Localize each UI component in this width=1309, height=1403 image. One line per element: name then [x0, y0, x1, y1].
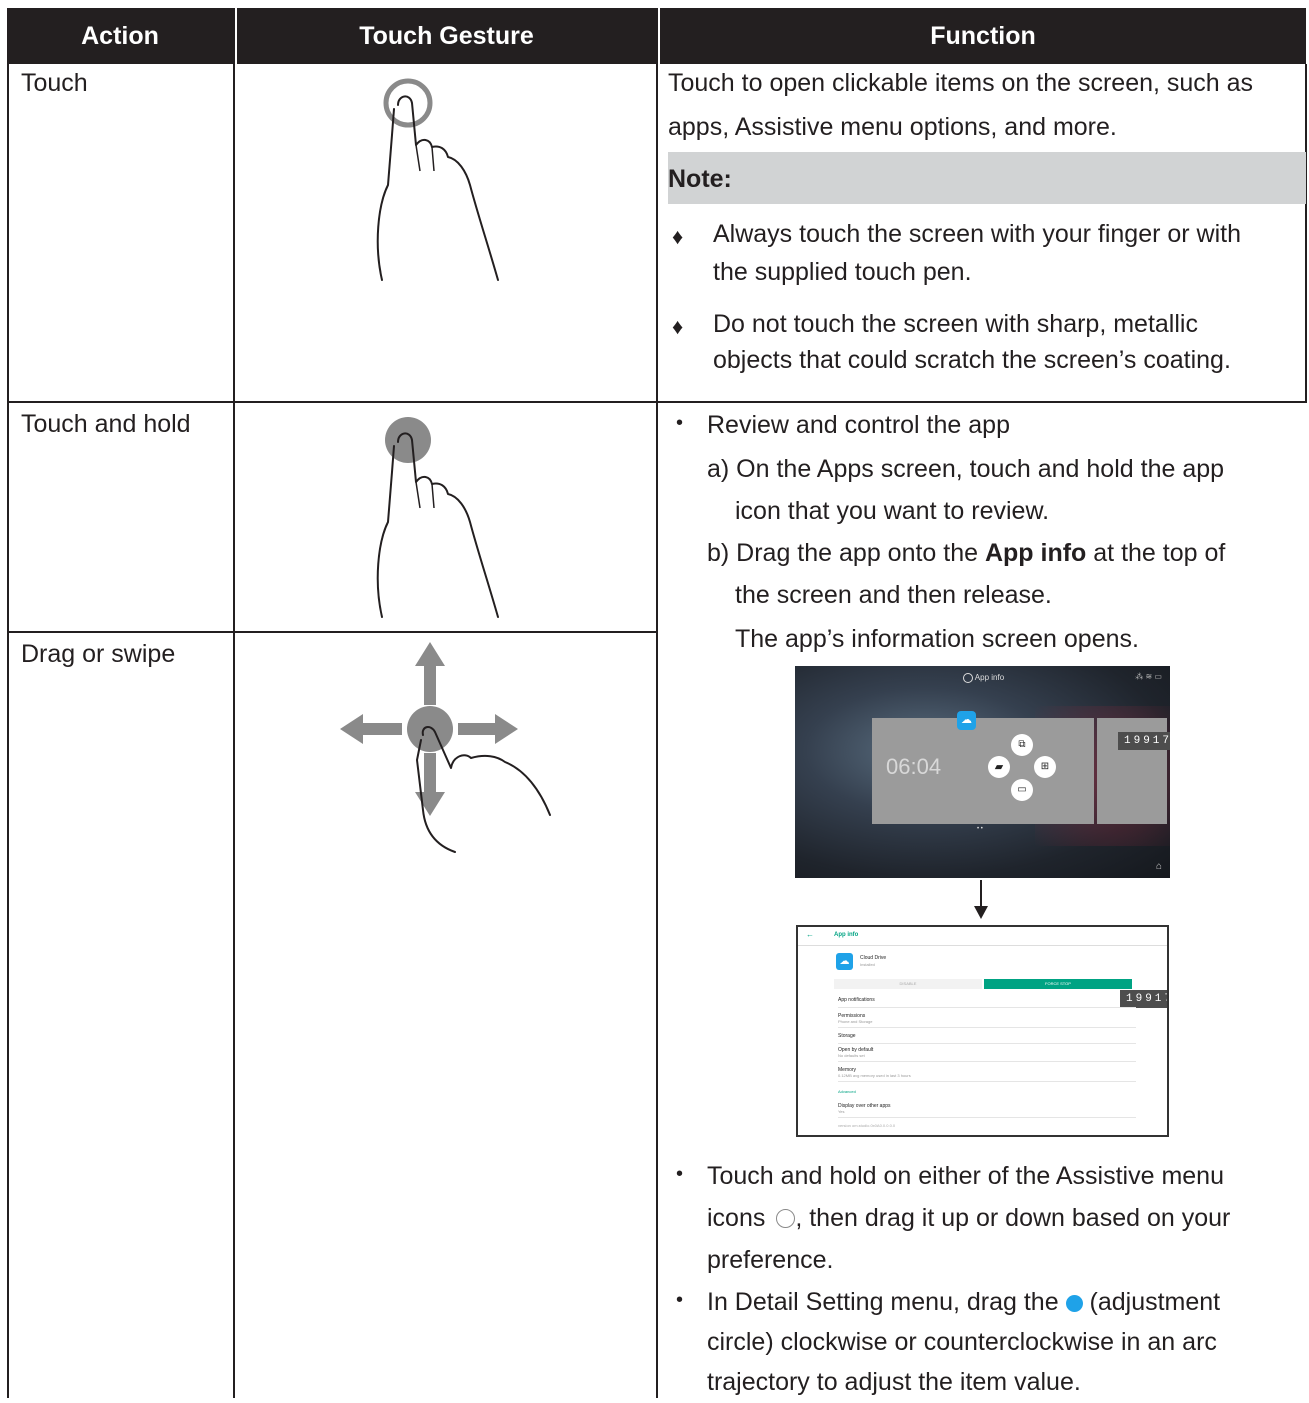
step-a-line-2: icon that you want to review. [735, 497, 1050, 525]
dot-bullet-icon: • [676, 412, 684, 434]
step-b-post: at the top of [1086, 539, 1226, 567]
setting-permissions[interactable]: Permissions Phone and Storage [838, 1013, 1136, 1028]
setting-sub: Yes [838, 1109, 845, 1114]
grid-app-icon: ⊞ [1034, 756, 1056, 778]
item-detail-line-2: circle) clockwise or counterclockwise in… [707, 1328, 1217, 1356]
diamond-bullet-icon: ♦ [672, 224, 684, 249]
header-gesture: Touch Gesture [237, 8, 656, 64]
down-arrowhead-icon [974, 906, 988, 919]
note-label: Note: [668, 165, 732, 193]
app-info-screenshot: ← App info ☁ Cloud Drive Installed DISAB… [796, 925, 1169, 1137]
item-detail-line-1: In Detail Setting menu, drag the (adjust… [707, 1281, 1220, 1323]
table-border-left [7, 8, 9, 1398]
setting-app-notifications[interactable]: App notifications [838, 997, 1136, 1008]
finger-hold-icon [376, 417, 499, 618]
folder-app-icon: ▰ [988, 756, 1010, 778]
step-b-line-2: the screen and then release. [735, 581, 1052, 609]
item-detail-pre: In Detail Setting menu, drag the [707, 1288, 1059, 1316]
setting-storage[interactable]: Storage [838, 1033, 1136, 1044]
note-1-line-2: the supplied touch pen. [713, 258, 972, 286]
version-label: version om.studio.0x0A0.0.0.0.0 [838, 1123, 896, 1128]
app-info-title: App info [834, 932, 859, 938]
header-action: Action [7, 8, 233, 64]
setting-sub: Phone and Storage [838, 1019, 873, 1024]
setting-display-over[interactable]: Display over other apps Yes [838, 1103, 1136, 1118]
result-line: The app’s information screen opens. [735, 625, 1139, 653]
app-status: Installed [860, 962, 875, 967]
item-review-app: Review and control the app [707, 411, 1010, 439]
item-detail-line-3: trajectory to adjust the item value. [707, 1368, 1081, 1396]
note-2-line-2: objects that could scratch the screen’s … [713, 346, 1231, 374]
table-border-right [1305, 64, 1307, 402]
dot-bullet-icon: • [676, 1163, 684, 1185]
app-info-target: App info [963, 673, 1004, 683]
table-divider-2 [656, 8, 658, 1398]
note-1-line-1: Always touch the screen with your finger… [713, 220, 1242, 248]
icons-word: icons [707, 1204, 766, 1232]
home-icon: ⌂ [1155, 861, 1162, 872]
table-divider-1 [233, 8, 235, 1398]
back-arrow-icon: ← [806, 930, 814, 939]
serial-badge: 199171 [1118, 732, 1170, 750]
item-assistive-line-3: preference. [707, 1246, 834, 1274]
dot-bullet-icon: • [676, 1289, 684, 1311]
disable-button[interactable]: DISABLE [834, 979, 982, 989]
clock-label: 06:04 [886, 754, 942, 779]
item-assistive-line-2: icons , then drag it up or down based on… [707, 1197, 1230, 1239]
step-b-pre: b) Drag the app onto the [707, 539, 985, 567]
touch-desc-line-2: apps, Assistive menu options, and more. [668, 113, 1117, 141]
force-stop-button[interactable]: FORCE STOP [984, 979, 1132, 989]
app-info-label: App info [974, 673, 1005, 683]
advanced-label: Advanced [838, 1089, 856, 1094]
page-dots: • • [977, 826, 983, 832]
status-icons: ⁂ ≋ ▭ [1135, 672, 1162, 681]
setting-sub: 0.12MB avg memory used in last 3 hours [838, 1073, 911, 1078]
setting-title: Storage [838, 1033, 856, 1039]
diamond-bullet-icon: ♦ [672, 314, 684, 339]
apps-screen-screenshot: App info ⁂ ≋ ▭ 06:04 ☁ ▰ ⧉ ⊞ ▭ • • ⌂ 199… [795, 666, 1170, 878]
finger-drag-icon [340, 642, 551, 853]
display-app-icon: ▭ [1011, 779, 1033, 801]
step-b-line-1: b) Drag the app onto the App info at the… [707, 532, 1225, 574]
item-assistive-rest: , then drag it up or down based on your [795, 1204, 1231, 1232]
app-name: Cloud Drive [860, 955, 887, 961]
header-function: Function [660, 8, 1306, 64]
info-icon [963, 673, 973, 683]
setting-sub: No defaults set [838, 1053, 865, 1058]
cloud-app-icon: ☁ [957, 711, 976, 730]
screenshot-app-icon: ⧉ [1011, 734, 1033, 756]
item-assistive-line-1: Touch and hold on either of the Assistiv… [707, 1162, 1224, 1190]
setting-title: App notifications [838, 997, 875, 1003]
action-touch-hold: Touch and hold [21, 410, 191, 438]
note-bar [668, 152, 1306, 204]
cloud-drive-icon: ☁ [836, 953, 853, 970]
touch-desc-line-1: Touch to open clickable items on the scr… [668, 69, 1254, 97]
app-info-bold: App info [984, 539, 1087, 567]
setting-memory[interactable]: Memory 0.12MB avg memory used in last 3 … [838, 1067, 1136, 1082]
finger-tap-icon [376, 78, 499, 281]
assistive-circle-icon [776, 1209, 796, 1228]
setting-open-default[interactable]: Open by default No defaults set [838, 1047, 1136, 1062]
step-a-line-1: a) On the Apps screen, touch and hold th… [707, 455, 1225, 483]
row-divider-1 [7, 401, 1307, 403]
item-detail-post: (adjustment [1089, 1288, 1221, 1316]
action-drag-swipe: Drag or swipe [21, 640, 176, 668]
adjustment-circle-icon [1065, 1295, 1083, 1312]
action-touch: Touch [21, 69, 88, 97]
